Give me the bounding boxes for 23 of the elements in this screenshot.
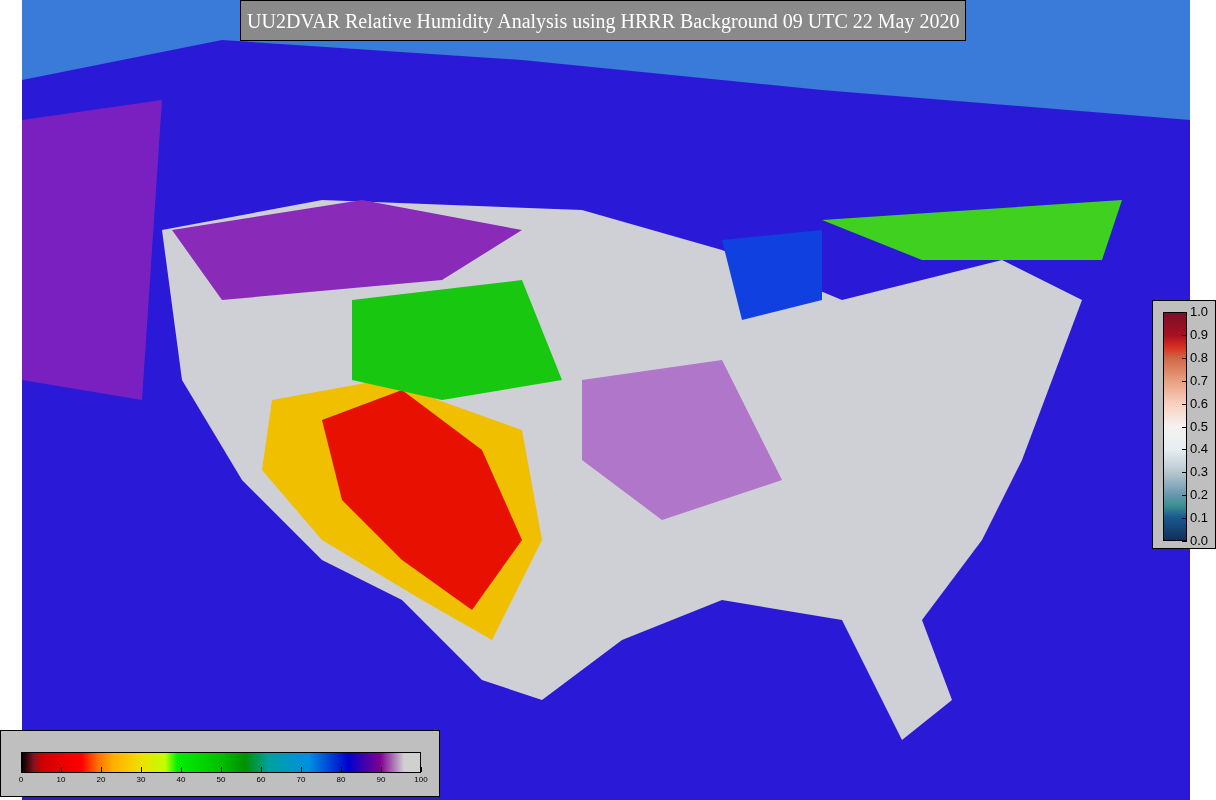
tick-label: 0.7	[1190, 373, 1209, 388]
tick-label: 70	[296, 775, 306, 785]
tick-label: 90	[376, 775, 386, 785]
tick-label: 0	[18, 775, 24, 785]
tick-label: 60	[256, 775, 266, 785]
tick-label: 20	[96, 775, 106, 785]
tick-label: 50	[216, 775, 226, 785]
tick-label: 0.6	[1190, 396, 1209, 411]
tick-label: 10	[56, 775, 66, 785]
tick-label: 100	[414, 775, 428, 785]
tick-label: 80	[336, 775, 346, 785]
tick-label: 0.8	[1190, 350, 1209, 365]
tick-label: 0.4	[1190, 442, 1209, 457]
tick-label: 0.9	[1190, 327, 1209, 342]
tick-label: 0.5	[1190, 419, 1209, 434]
tick-label: 1.0	[1190, 305, 1209, 319]
tick-label: 0.0	[1190, 534, 1209, 548]
tick-label: 0.2	[1190, 488, 1209, 503]
map-title: UU2DVAR Relative Humidity Analysis using HRRR Background 09 UTC 22 May 2020	[240, 0, 967, 41]
tick-label: 40	[176, 775, 186, 785]
tick-label: 0.1	[1190, 511, 1209, 526]
tick-label: 0.3	[1190, 465, 1209, 480]
tick-label: 30	[136, 775, 146, 785]
